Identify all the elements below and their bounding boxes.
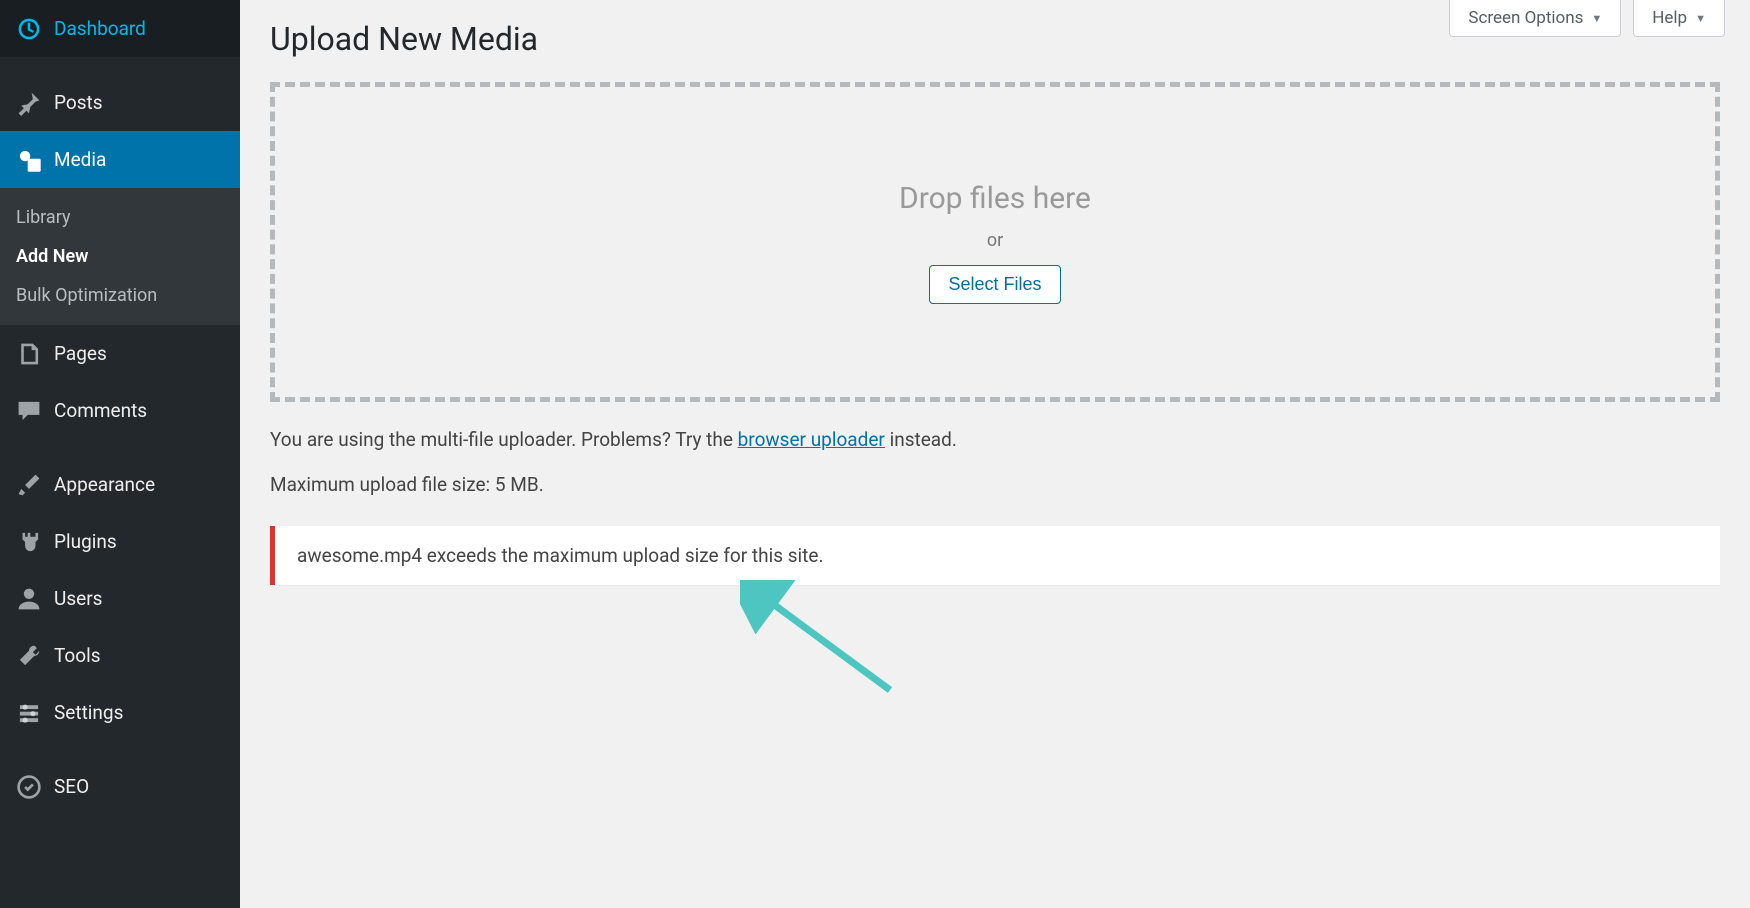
browser-uploader-link[interactable]: browser uploader — [738, 428, 885, 451]
dashboard-icon — [14, 16, 44, 42]
sidebar-item-label: Appearance — [54, 473, 155, 496]
comment-icon — [14, 398, 44, 424]
sidebar-item-posts[interactable]: Posts — [0, 74, 240, 131]
sidebar-item-label: Posts — [54, 91, 103, 114]
upload-error-notice: awesome.mp4 exceeds the maximum upload s… — [270, 526, 1720, 585]
settings-icon — [14, 700, 44, 726]
tools-icon — [14, 643, 44, 669]
sidebar-item-label: Tools — [54, 644, 101, 667]
sidebar-item-pages[interactable]: Pages — [0, 325, 240, 382]
main-content: Screen Options ▼ Help ▼ Upload New Media… — [240, 0, 1750, 908]
upload-dropzone[interactable]: Drop files here or Select Files — [270, 82, 1720, 402]
uploader-info-text: You are using the multi-file uploader. P… — [270, 428, 1720, 451]
sidebar-item-appearance[interactable]: Appearance — [0, 456, 240, 513]
screen-options-label: Screen Options — [1468, 8, 1583, 28]
sidebar-item-label: Settings — [54, 701, 123, 724]
submenu-item-library[interactable]: Library — [0, 198, 240, 237]
admin-sidebar: Dashboard Posts Media Library Add New Bu… — [0, 0, 240, 908]
info-suffix: instead. — [885, 428, 957, 451]
sidebar-item-label: Media — [54, 148, 106, 171]
media-submenu: Library Add New Bulk Optimization — [0, 188, 240, 325]
sidebar-item-label: Comments — [54, 399, 147, 422]
help-label: Help — [1652, 8, 1687, 28]
chevron-down-icon: ▼ — [1591, 12, 1602, 25]
sidebar-item-label: Pages — [54, 342, 107, 365]
submenu-item-add-new[interactable]: Add New — [0, 237, 240, 276]
media-icon — [14, 147, 44, 173]
sidebar-item-label: Plugins — [54, 530, 117, 553]
sidebar-item-users[interactable]: Users — [0, 570, 240, 627]
screen-meta-tabs: Screen Options ▼ Help ▼ — [1449, 0, 1725, 37]
pin-icon — [14, 90, 44, 116]
sidebar-item-comments[interactable]: Comments — [0, 382, 240, 439]
page-icon — [14, 341, 44, 367]
user-icon — [14, 586, 44, 612]
max-upload-size-text: Maximum upload file size: 5 MB. — [270, 473, 1720, 496]
sidebar-item-label: Users — [54, 587, 102, 610]
sidebar-item-settings[interactable]: Settings — [0, 684, 240, 741]
sidebar-item-seo[interactable]: SEO — [0, 758, 240, 815]
chevron-down-icon: ▼ — [1695, 12, 1706, 25]
error-message-text: awesome.mp4 exceeds the maximum upload s… — [297, 544, 823, 567]
dropzone-heading: Drop files here — [899, 181, 1091, 216]
seo-icon — [14, 774, 44, 800]
sidebar-item-plugins[interactable]: Plugins — [0, 513, 240, 570]
help-tab[interactable]: Help ▼ — [1633, 0, 1725, 37]
info-prefix: You are using the multi-file uploader. P… — [270, 428, 738, 451]
screen-options-tab[interactable]: Screen Options ▼ — [1449, 0, 1621, 37]
sidebar-item-media[interactable]: Media — [0, 131, 240, 188]
sidebar-item-label: SEO — [54, 775, 89, 798]
brush-icon — [14, 472, 44, 498]
sidebar-item-dashboard[interactable]: Dashboard — [0, 0, 240, 57]
submenu-item-bulk-optimization[interactable]: Bulk Optimization — [0, 276, 240, 315]
select-files-button[interactable]: Select Files — [929, 265, 1060, 304]
sidebar-item-tools[interactable]: Tools — [0, 627, 240, 684]
plugin-icon — [14, 529, 44, 555]
dropzone-or: or — [987, 230, 1003, 251]
sidebar-item-label: Dashboard — [54, 17, 146, 40]
